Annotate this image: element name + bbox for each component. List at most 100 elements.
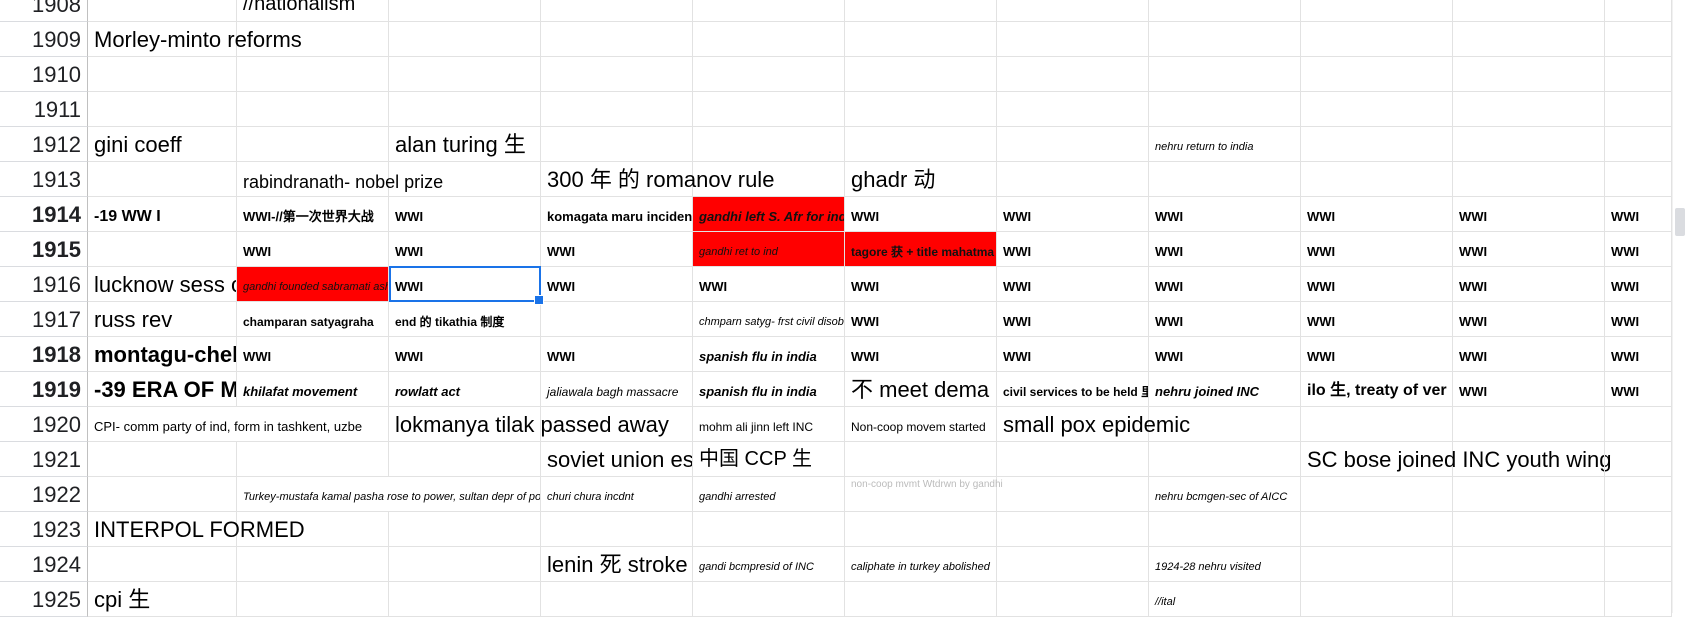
- cell[interactable]: [541, 92, 693, 127]
- row-header[interactable]: 1923: [0, 512, 88, 547]
- cell[interactable]: [845, 512, 997, 547]
- cell[interactable]: [1453, 477, 1605, 512]
- cell[interactable]: [389, 442, 541, 477]
- cell[interactable]: gandhi left S. Afr for ind: [693, 197, 845, 232]
- row-header[interactable]: 1918: [0, 337, 88, 372]
- cell[interactable]: [88, 232, 237, 267]
- cell[interactable]: [1301, 57, 1453, 92]
- cell[interactable]: WWI: [389, 197, 541, 232]
- cell[interactable]: [1453, 22, 1605, 57]
- cell[interactable]: [541, 22, 693, 57]
- cell[interactable]: [1301, 582, 1453, 617]
- cell[interactable]: jaliawala bagh massacre: [541, 372, 693, 407]
- cell[interactable]: non-coop mvmt Wtdrwn by gandhi: [845, 477, 1003, 512]
- cell[interactable]: nehru return to india: [1149, 127, 1301, 162]
- cell[interactable]: alan turing 生: [389, 127, 541, 162]
- cell[interactable]: [389, 162, 541, 197]
- cell[interactable]: Non-coop movem started: [845, 407, 997, 442]
- cell[interactable]: [1605, 582, 1672, 617]
- cell[interactable]: WWI: [845, 302, 997, 337]
- cell[interactable]: [1301, 162, 1453, 197]
- cell[interactable]: [1453, 442, 1605, 477]
- cell[interactable]: [693, 582, 845, 617]
- cell[interactable]: WWI: [1453, 232, 1605, 267]
- row-header[interactable]: 1916: [0, 267, 88, 302]
- cell[interactable]: [693, 22, 845, 57]
- cell[interactable]: WWI: [541, 232, 693, 267]
- cell[interactable]: mohm ali jinn left INC: [693, 407, 845, 442]
- cell[interactable]: [693, 127, 845, 162]
- cell[interactable]: [693, 512, 845, 547]
- cell[interactable]: WWI: [1453, 302, 1605, 337]
- row-header[interactable]: 1912: [0, 127, 88, 162]
- row-header[interactable]: 1917: [0, 302, 88, 337]
- cell[interactable]: [88, 0, 237, 22]
- row-header[interactable]: 1913: [0, 162, 88, 197]
- cell[interactable]: [389, 92, 541, 127]
- cell[interactable]: [88, 57, 237, 92]
- cell[interactable]: [1453, 92, 1605, 127]
- cell[interactable]: WWI: [1301, 197, 1453, 232]
- cell[interactable]: WWI: [389, 267, 541, 302]
- cell[interactable]: [997, 442, 1149, 477]
- row-header[interactable]: 1915: [0, 232, 88, 267]
- cell[interactable]: [1149, 0, 1301, 22]
- row-header[interactable]: 1914: [0, 197, 88, 232]
- cell[interactable]: WWI: [1453, 197, 1605, 232]
- cell[interactable]: [1453, 162, 1605, 197]
- cell[interactable]: [997, 0, 1149, 22]
- cell[interactable]: [541, 127, 693, 162]
- cell[interactable]: [88, 477, 237, 512]
- cell[interactable]: caliphate in turkey abolished: [845, 547, 997, 582]
- cell[interactable]: [88, 92, 237, 127]
- cell[interactable]: WWI: [997, 302, 1149, 337]
- cell[interactable]: [88, 547, 237, 582]
- cell[interactable]: [1605, 442, 1672, 477]
- cell[interactable]: [389, 0, 541, 22]
- cell[interactable]: [1605, 547, 1672, 582]
- cell[interactable]: WWI: [1301, 267, 1453, 302]
- cell[interactable]: [541, 407, 693, 442]
- cell[interactable]: [997, 22, 1149, 57]
- cell[interactable]: rabindranath- nobel prize: [237, 162, 443, 197]
- cell[interactable]: gini coeff: [88, 127, 237, 162]
- cell[interactable]: [845, 57, 997, 92]
- cell[interactable]: [1301, 22, 1453, 57]
- cell[interactable]: [1453, 0, 1605, 22]
- cell[interactable]: lenin 死 stroke: [541, 547, 693, 582]
- cell[interactable]: [237, 57, 389, 92]
- cell[interactable]: spanish flu in india: [693, 372, 845, 407]
- cell[interactable]: [1605, 22, 1672, 57]
- cell[interactable]: [1605, 127, 1672, 162]
- cell[interactable]: WWI: [997, 232, 1149, 267]
- cell[interactable]: WWI: [1301, 302, 1453, 337]
- cell[interactable]: khilafat movement: [237, 372, 389, 407]
- cell[interactable]: WWI: [237, 232, 389, 267]
- cell[interactable]: [845, 127, 997, 162]
- cell[interactable]: [1453, 407, 1605, 442]
- cell[interactable]: [1301, 127, 1453, 162]
- cell[interactable]: [845, 442, 997, 477]
- cell[interactable]: WWI: [1149, 232, 1301, 267]
- cell[interactable]: WWI: [1453, 267, 1605, 302]
- cell[interactable]: [1149, 22, 1301, 57]
- cell[interactable]: 不 meet dema: [845, 372, 997, 407]
- cell[interactable]: [389, 22, 541, 57]
- cell[interactable]: [1301, 547, 1453, 582]
- cell[interactable]: [88, 162, 237, 197]
- cell[interactable]: [389, 582, 541, 617]
- cell[interactable]: nehru joined INC: [1149, 372, 1301, 407]
- cell[interactable]: WWI: [693, 267, 845, 302]
- cell[interactable]: [1605, 57, 1672, 92]
- cell[interactable]: [997, 547, 1149, 582]
- cell[interactable]: [997, 127, 1149, 162]
- row-header[interactable]: 1919: [0, 372, 88, 407]
- cell[interactable]: [1605, 477, 1672, 512]
- cell[interactable]: [845, 22, 997, 57]
- cell[interactable]: WWI: [1149, 337, 1301, 372]
- cell[interactable]: [693, 92, 845, 127]
- cell[interactable]: WWI: [1605, 302, 1672, 337]
- cell[interactable]: [1301, 407, 1453, 442]
- cell[interactable]: WWI: [237, 337, 389, 372]
- cell[interactable]: WWI: [1453, 372, 1605, 407]
